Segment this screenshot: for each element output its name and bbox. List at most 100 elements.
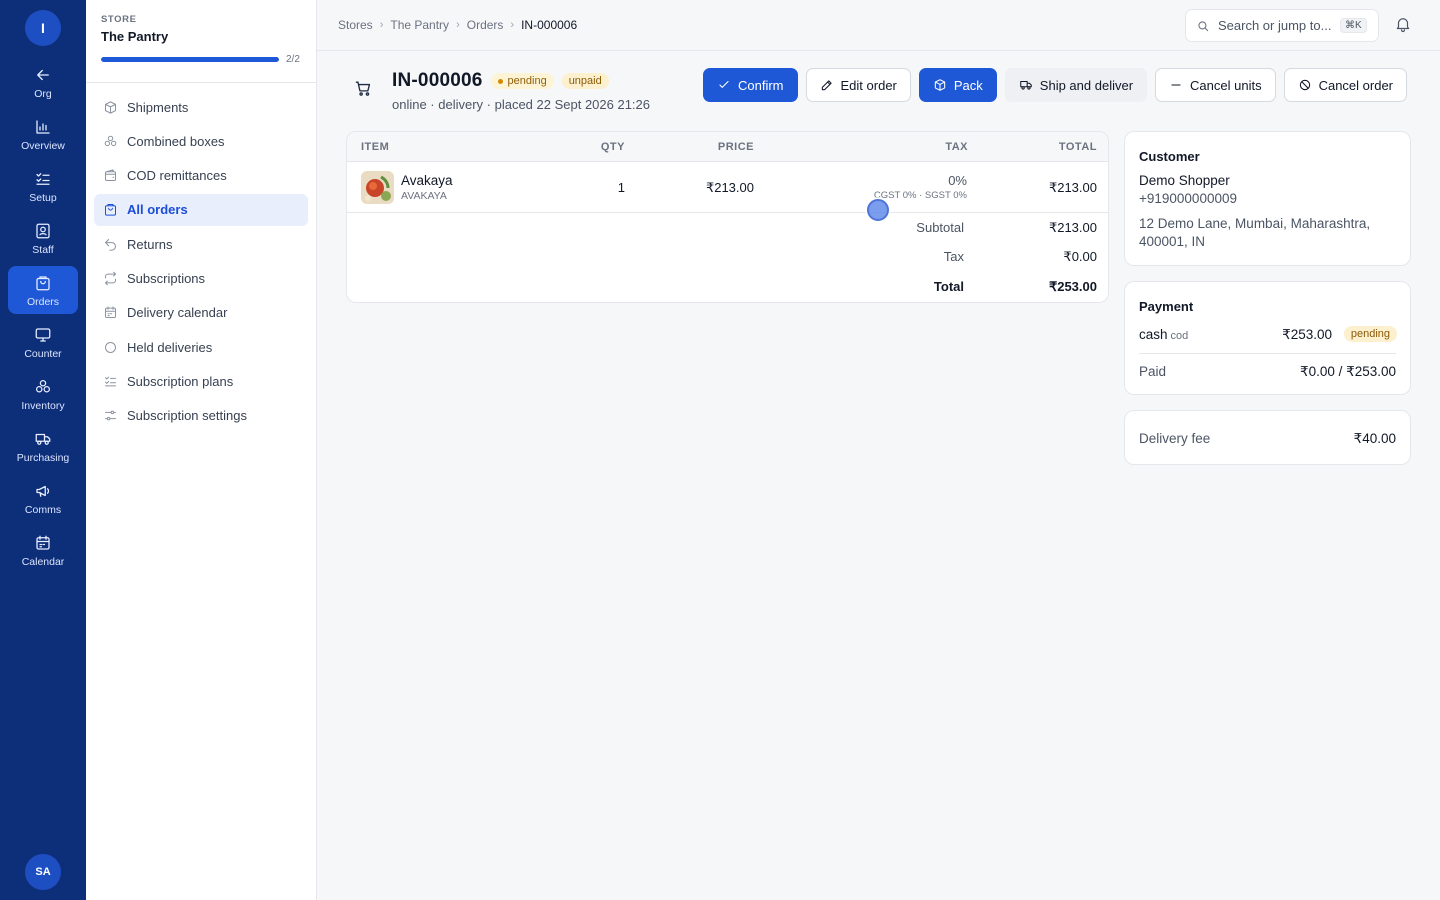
item-qty: 1 [617,180,625,195]
rail-item-counter[interactable]: Counter [8,318,78,366]
breadcrumb-store[interactable]: The Pantry [390,18,449,32]
store-name: The Pantry [101,29,169,44]
payment-method-sub: cod [1170,330,1189,342]
payment-status-badge: pending [1343,326,1397,342]
order-status-badge: pending [490,73,554,89]
rail-item-label: Setup [29,191,57,204]
customer-card-title: Customer [1139,149,1200,164]
rail-item-calendar[interactable]: Calendar [8,526,78,574]
edit-order-button-label: Edit order [840,77,897,93]
table-row[interactable]: Avakaya AVAKAYA 1 ₹213.00 0% CGST 0% · S… [347,162,1108,213]
cancel-order-button[interactable]: Cancel order [1283,68,1408,102]
rail-item-label: Comms [24,503,62,516]
item-name[interactable]: Avakaya [401,173,453,188]
edit-order-button[interactable]: Edit order [805,68,911,102]
shopping-bag-icon [33,273,53,293]
shortcut-hint: ⌘K [1340,18,1367,33]
pencil-icon [821,80,832,91]
breadcrumb-current: IN-000006 [521,18,578,32]
rail-item-staff[interactable]: Staff [8,214,78,262]
workspace-logo[interactable]: I [25,10,61,46]
column-header-item: ITEM [361,141,390,153]
store-setup-progress: 2/2 [101,54,301,65]
ship-and-deliver-button[interactable]: Ship and deliver [1004,68,1148,102]
search-input[interactable] [1218,18,1340,33]
sidebar-item-label: Subscriptions [127,270,206,286]
megaphone-icon [33,481,53,501]
monitor-icon [33,325,53,345]
sidebar-item-subscriptions[interactable]: Subscriptions [94,262,308,294]
order-status-text: pending [507,75,547,87]
calendar-icon [105,306,116,319]
rail-item-label: Staff [32,243,54,256]
rail-item-inventory[interactable]: Inventory [8,370,78,418]
rail-item-org[interactable]: Org [8,58,78,106]
confirm-button[interactable]: Confirm [703,68,798,102]
truck-icon [1020,80,1032,90]
sidebar-item-label: Delivery calendar [127,305,228,321]
package-icon [105,100,116,114]
chevron-right-icon: › [379,19,384,31]
rail-item-comms[interactable]: Comms [8,474,78,522]
column-header-qty: QTY [600,141,625,153]
cancel-units-button-label: Cancel units [1190,77,1262,93]
breadcrumb-orders[interactable]: Orders [467,18,504,32]
sidebar-item-label: Combined boxes [127,133,225,149]
user-avatar[interactable]: SA [25,854,61,890]
cancel-units-button[interactable]: Cancel units [1155,68,1276,102]
sidebar-item-held-deliveries[interactable]: Held deliveries [94,331,308,363]
sidebar-item-label: Subscription plans [127,373,234,389]
sidebar-item-returns[interactable]: Returns [94,228,308,260]
sidebar-item-subscription-plans[interactable]: Subscription plans [94,365,308,397]
sidebar-item-all-orders[interactable]: All orders [94,193,308,226]
order-items-table: ITEM QTY PRICE TAX TOTAL Avakaya AVAKAYA… [346,131,1109,303]
search-icon [1198,20,1209,31]
sidebar-item-label: COD remittances [127,168,227,184]
table-header: ITEM QTY PRICE TAX TOTAL [347,132,1108,162]
id-badge-icon [33,221,53,241]
item-tax: 0% [948,173,967,188]
minus-icon [1171,84,1181,86]
list-check-icon [105,376,116,387]
notifications-button[interactable] [1394,15,1414,35]
customer-name[interactable]: Demo Shopper [1139,173,1230,188]
order-actions: Confirm Edit order Pack Ship and deliver… [703,68,1415,102]
sidebar-item-cod-remittances[interactable]: COD remittances [94,160,308,192]
breadcrumb: Stores › The Pantry › Orders › IN-000006 [338,18,577,32]
chevron-right-icon: › [510,19,515,31]
tax-value: ₹0.00 [1063,249,1097,264]
sidebar-item-combined-boxes[interactable]: Combined boxes [94,125,308,157]
sidebar-item-subscription-settings[interactable]: Subscription settings [94,400,308,432]
tax-label: Tax [943,249,964,264]
rail-item-setup[interactable]: Setup [8,162,78,210]
order-id: IN-000006 [392,70,483,91]
breadcrumb-stores[interactable]: Stores [338,18,373,32]
circle-icon [105,341,116,353]
store-header[interactable]: STORE The Pantry 2/2 [86,0,316,83]
checklist-icon [33,169,53,189]
sidebar-item-shipments[interactable]: Shipments [94,91,308,123]
arrow-left-icon [33,65,53,85]
payment-amount: ₹253.00 [1282,327,1332,342]
item-tax-detail: CGST 0% · SGST 0% [873,190,967,201]
check-icon [719,80,729,88]
chart-bars-icon [33,117,53,137]
sidebar-item-delivery-calendar[interactable]: Delivery calendar [94,297,308,329]
delivery-fee-value: ₹40.00 [1353,431,1396,446]
sidebar-item-label: All orders [127,202,188,218]
order-title: IN-000006 pending unpaid [392,70,609,92]
bell-icon [1396,18,1410,33]
pack-button[interactable]: Pack [918,68,997,102]
column-header-price: PRICE [717,141,754,153]
sidebar-item-label: Subscription settings [127,408,247,424]
repeat-icon [105,271,116,286]
rail-item-purchasing[interactable]: Purchasing [8,422,78,470]
rail-item-label: Orders [26,295,60,308]
search-box[interactable]: ⌘K [1185,9,1379,42]
item-price: ₹213.00 [705,180,754,195]
rail-item-orders[interactable]: Orders [8,266,78,314]
payment-card: Payment cash cod ₹253.00 pending Paid ₹0.… [1124,281,1411,395]
progress-count: 2/2 [286,54,300,65]
rail-item-overview[interactable]: Overview [8,110,78,158]
ban-icon [1299,79,1310,91]
